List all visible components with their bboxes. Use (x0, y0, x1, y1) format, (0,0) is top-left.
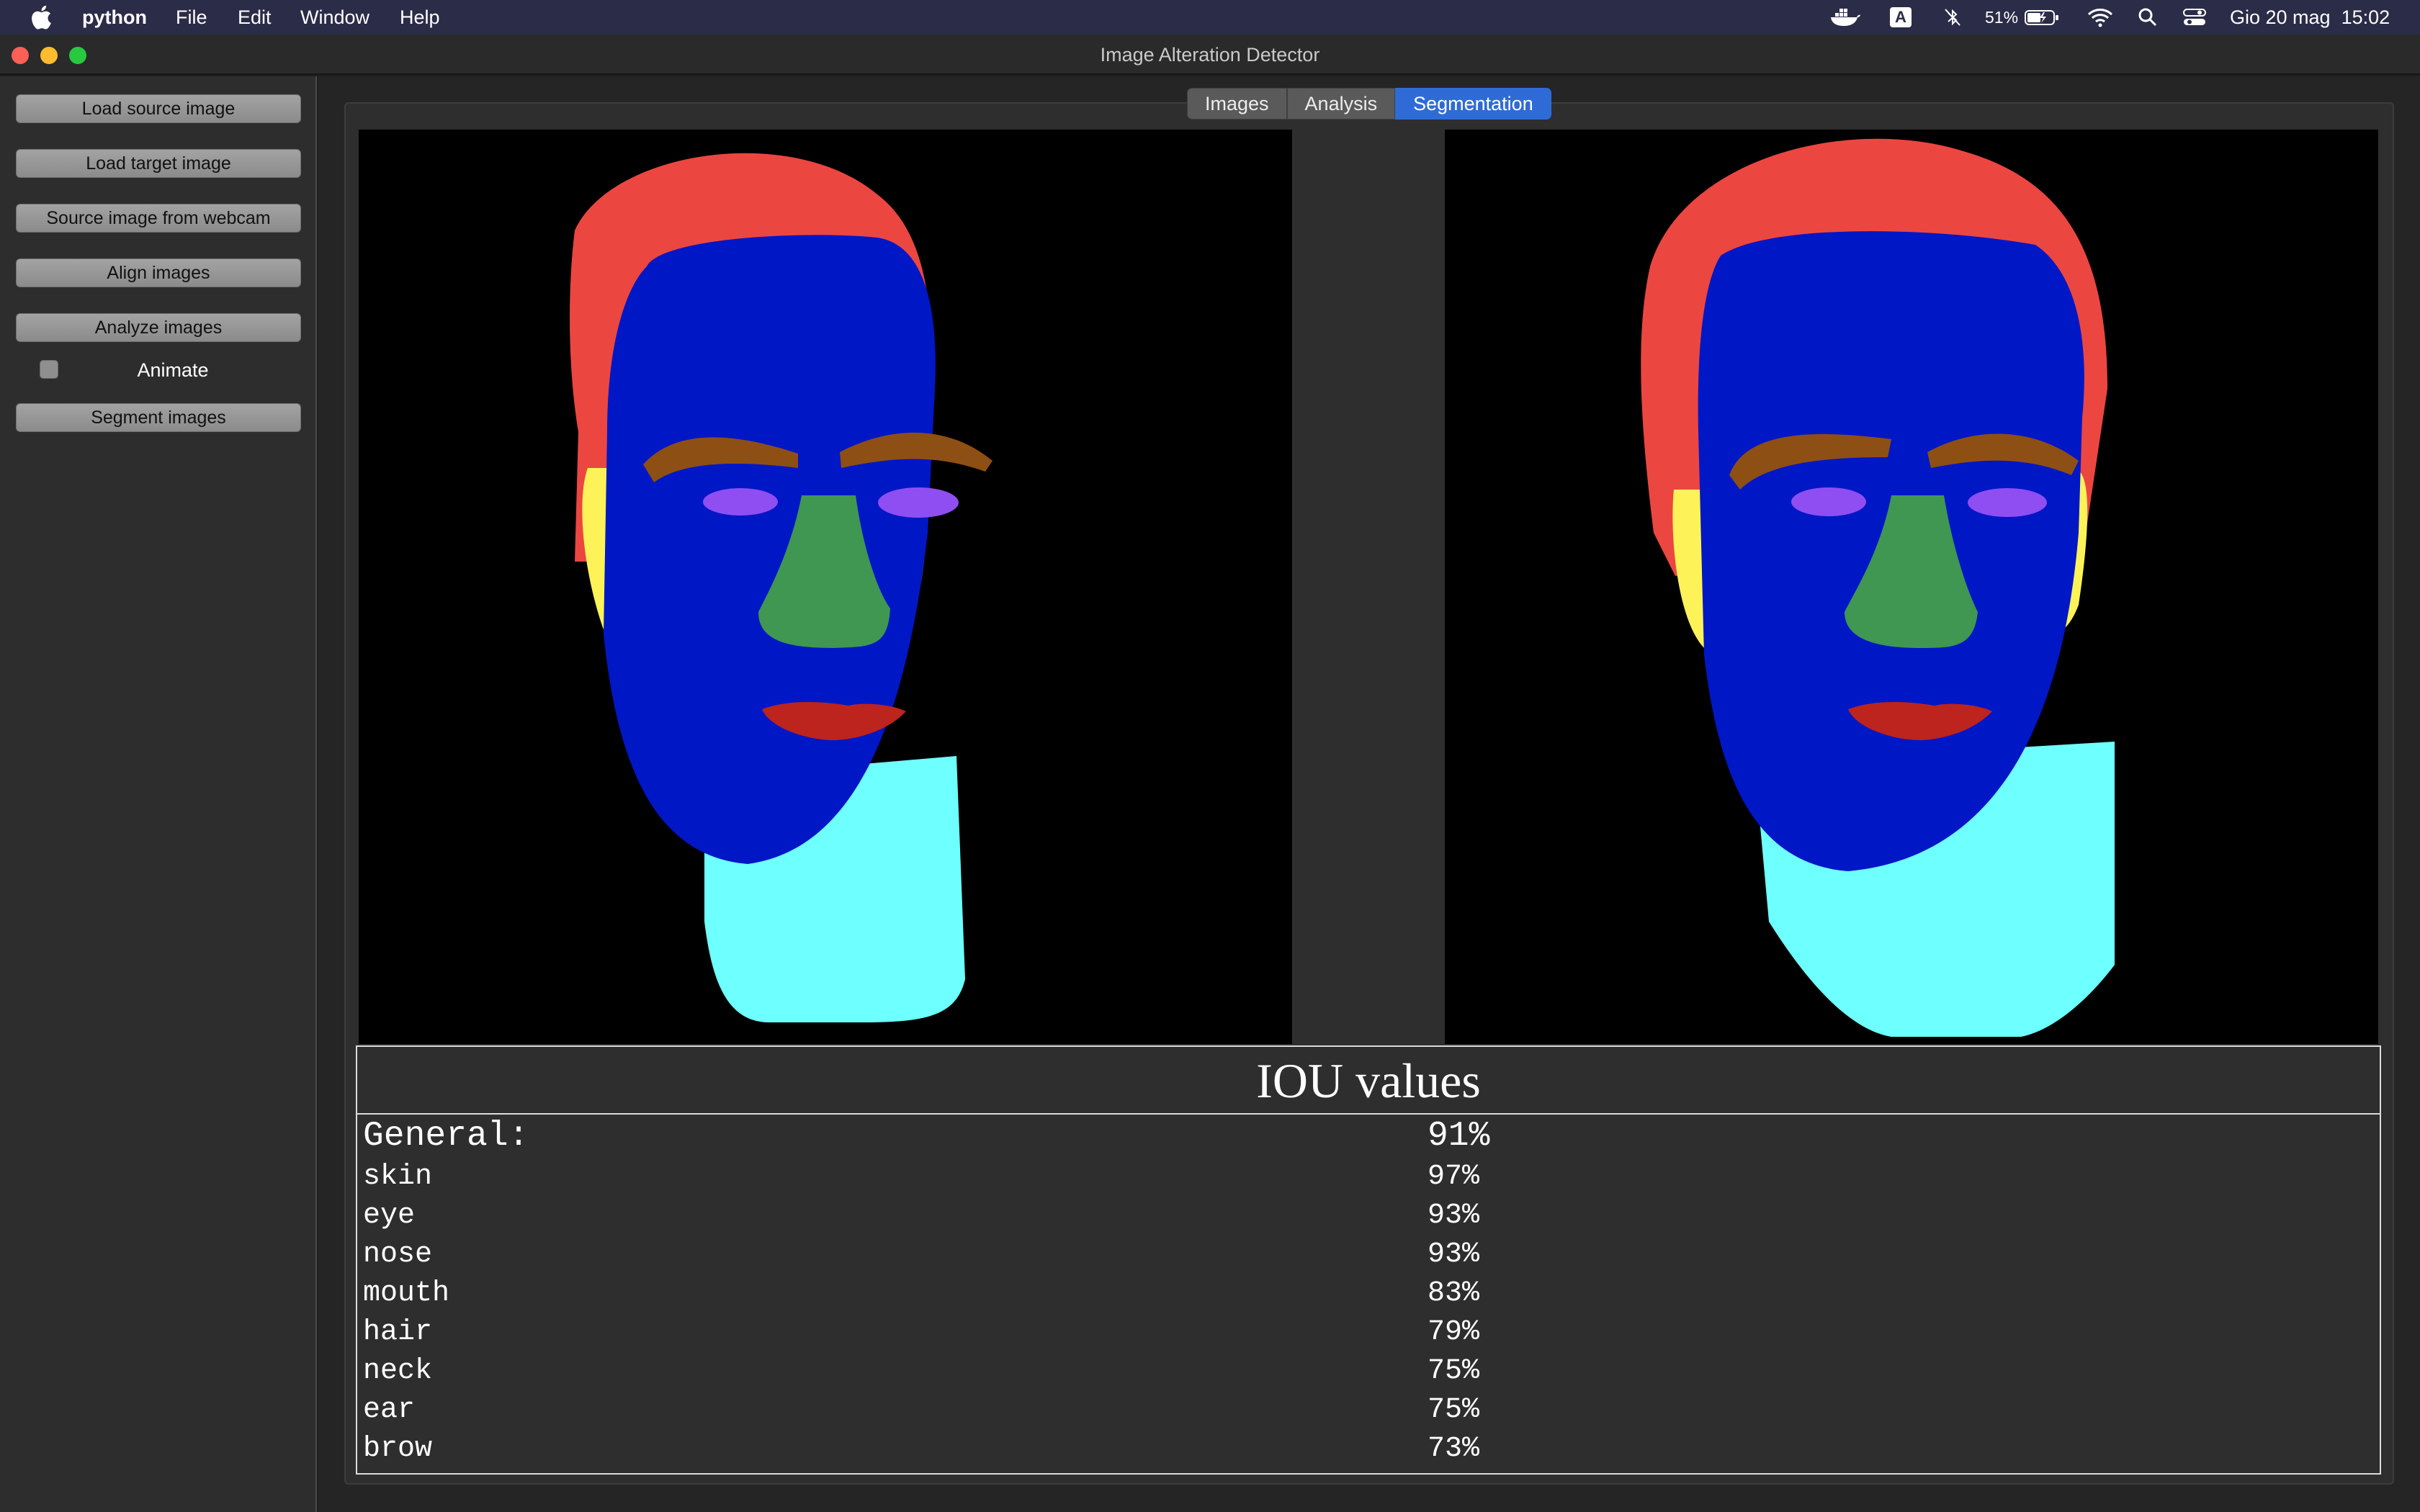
iou-row-mouth: mouth 83% (357, 1274, 2380, 1313)
animate-checkbox-label: Animate (137, 359, 209, 381)
tab-images[interactable]: Images (1187, 88, 1287, 120)
control-center-icon[interactable] (2182, 7, 2207, 27)
iou-row-skin: skin 97% (357, 1158, 2380, 1197)
iou-row-label: brow (363, 1433, 433, 1465)
wifi-icon[interactable] (2087, 7, 2113, 27)
tab-segmentation[interactable]: Segmentation (1395, 88, 1551, 120)
tab-bar: Images Analysis Segmentation (1187, 88, 1551, 120)
docker-icon[interactable] (1829, 7, 1861, 27)
iou-row-value: 75% (1428, 1394, 1480, 1426)
iou-row-eye: eye 93% (357, 1197, 2380, 1236)
iou-row-value: 93% (1428, 1200, 1480, 1232)
iou-row-label: hair (363, 1316, 433, 1349)
iou-row-label: ear (363, 1394, 416, 1426)
window-title: Image Alteration Detector (1100, 44, 1320, 66)
battery-percentage: 51% (1985, 8, 2019, 27)
iou-row-hair: hair 79% (357, 1313, 2380, 1352)
iou-row-value: 75% (1428, 1355, 1480, 1387)
target-segmentation-mask (1445, 130, 2378, 1044)
align-images-button[interactable]: Align images (16, 258, 301, 287)
iou-row-neck: neck 75% (357, 1352, 2380, 1391)
source-from-webcam-button[interactable]: Source image from webcam (16, 204, 301, 233)
menu-window[interactable]: Window (300, 6, 369, 29)
iou-general-row: General: 91% (357, 1115, 2380, 1158)
menu-help[interactable]: Help (400, 6, 440, 29)
source-segmentation-panel (359, 130, 1292, 1044)
menu-file[interactable]: File (176, 6, 207, 29)
iou-row-value: 97% (1428, 1161, 1480, 1193)
iou-row-value: 79% (1428, 1316, 1480, 1349)
menu-edit[interactable]: Edit (238, 6, 272, 29)
iou-row-label: nose (363, 1238, 433, 1271)
iou-row-label: eye (363, 1200, 416, 1232)
iou-row-value: 73% (1428, 1433, 1480, 1465)
iou-general-value: 91% (1428, 1117, 1490, 1156)
iou-row-label: skin (363, 1161, 433, 1193)
tab-analysis[interactable]: Analysis (1286, 88, 1396, 120)
spotlight-search-icon[interactable] (2138, 7, 2158, 27)
menu-clock[interactable]: Gio 20 mag 15:02 (2230, 6, 2390, 29)
iou-table: IOU values General: 91% skin 97% eye 93%… (356, 1045, 2381, 1475)
iou-row-ear: ear 75% (357, 1391, 2380, 1430)
analyze-images-button[interactable]: Analyze images (16, 313, 301, 342)
menu-bar: python File Edit Window Help A 51% Gio 2… (0, 0, 2420, 35)
segment-images-button[interactable]: Segment images (16, 403, 301, 432)
load-target-image-button[interactable]: Load target image (16, 149, 301, 178)
iou-row-label: neck (363, 1355, 433, 1387)
iou-general-label: General: (363, 1117, 529, 1156)
iou-row-brow: brow 73% (357, 1430, 2380, 1469)
battery-icon[interactable] (2024, 7, 2060, 27)
source-segmentation-mask (359, 130, 1292, 1044)
apple-icon[interactable] (30, 4, 52, 30)
iou-title: IOU values (357, 1047, 2380, 1115)
iou-row-value: 83% (1428, 1277, 1480, 1310)
iou-row-label: mouth (363, 1277, 450, 1310)
control-panel (0, 76, 317, 1512)
iou-row-nose: nose 93% (357, 1236, 2380, 1274)
bluetooth-off-icon[interactable] (1943, 7, 1962, 27)
target-segmentation-panel (1445, 130, 2378, 1044)
animate-checkbox[interactable] (40, 360, 58, 379)
input-source-indicator[interactable]: A (1890, 7, 1912, 27)
menu-app-name[interactable]: python (82, 6, 147, 29)
iou-row-value: 93% (1428, 1238, 1480, 1271)
load-source-image-button[interactable]: Load source image (16, 94, 301, 123)
